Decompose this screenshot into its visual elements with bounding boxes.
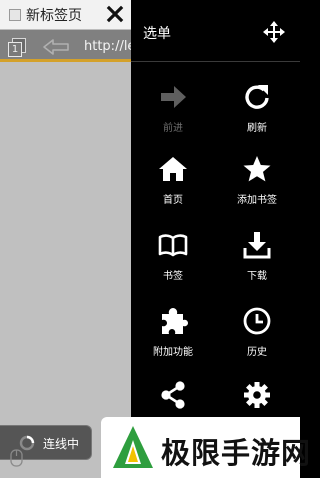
url-bar: 1 http://lex bbox=[0, 30, 131, 62]
menu-title: 选单 bbox=[143, 26, 171, 42]
menu-item-downloads[interactable]: 下载 bbox=[215, 216, 299, 296]
menu-header: 选单 bbox=[131, 0, 300, 62]
menu-item-label: 首页 bbox=[163, 195, 183, 206]
tabs-count-button[interactable]: 1 bbox=[8, 38, 28, 58]
menu-item-add-bookmark[interactable]: 添加书签 bbox=[215, 140, 299, 220]
menu-item-history[interactable]: 历史 bbox=[215, 292, 299, 372]
star-icon bbox=[243, 156, 271, 182]
back-arrow-icon[interactable] bbox=[42, 38, 70, 56]
tab-title[interactable]: 新标签页 bbox=[26, 5, 82, 25]
connection-status-text: 连线中 bbox=[43, 437, 80, 451]
move-icon[interactable] bbox=[263, 21, 285, 43]
tabs-count-label: 1 bbox=[8, 42, 22, 57]
menu-item-label: 刷新 bbox=[247, 123, 267, 134]
menu-item-label: 历史 bbox=[247, 347, 267, 358]
download-icon bbox=[243, 232, 271, 259]
tab-close-icon[interactable] bbox=[104, 2, 126, 26]
menu-item-label: 下载 bbox=[247, 271, 267, 282]
tab-bar: 新标签页 bbox=[0, 0, 131, 30]
refresh-icon bbox=[245, 85, 269, 109]
menu-item-addons[interactable]: 附加功能 bbox=[131, 292, 215, 372]
menu-item-label: 前进 bbox=[163, 123, 183, 134]
menu-item-home[interactable]: 首页 bbox=[131, 140, 215, 220]
forward-arrow-icon bbox=[161, 86, 186, 108]
puzzle-icon bbox=[162, 308, 188, 334]
mouse-icon bbox=[10, 449, 23, 467]
clock-icon bbox=[243, 307, 271, 335]
browser-viewport[interactable]: 新标签页 1 http://lex 连线中 bbox=[0, 0, 131, 478]
tab-favicon-icon bbox=[9, 9, 21, 21]
watermark-text: 极限手游网 bbox=[161, 436, 312, 470]
share-icon bbox=[161, 381, 185, 409]
gear-icon bbox=[244, 382, 270, 408]
menu-item-forward[interactable]: 前进 bbox=[131, 68, 215, 148]
url-input[interactable]: http://lex bbox=[84, 39, 131, 54]
menu-item-label: 添加书签 bbox=[237, 195, 277, 206]
site-logo-icon bbox=[113, 426, 153, 468]
menu-item-label: 书签 bbox=[163, 271, 183, 282]
menu-drawer: 选单 前进 刷新 首页 添加书签 书签 下载 附加功能 历史 bbox=[131, 0, 300, 478]
menu-item-bookmarks[interactable]: 书签 bbox=[131, 216, 215, 296]
menu-item-refresh[interactable]: 刷新 bbox=[215, 68, 299, 148]
watermark: 极限手游网 bbox=[101, 417, 310, 478]
menu-item-label: 附加功能 bbox=[153, 347, 193, 358]
book-icon bbox=[158, 234, 188, 257]
home-icon bbox=[159, 157, 187, 181]
